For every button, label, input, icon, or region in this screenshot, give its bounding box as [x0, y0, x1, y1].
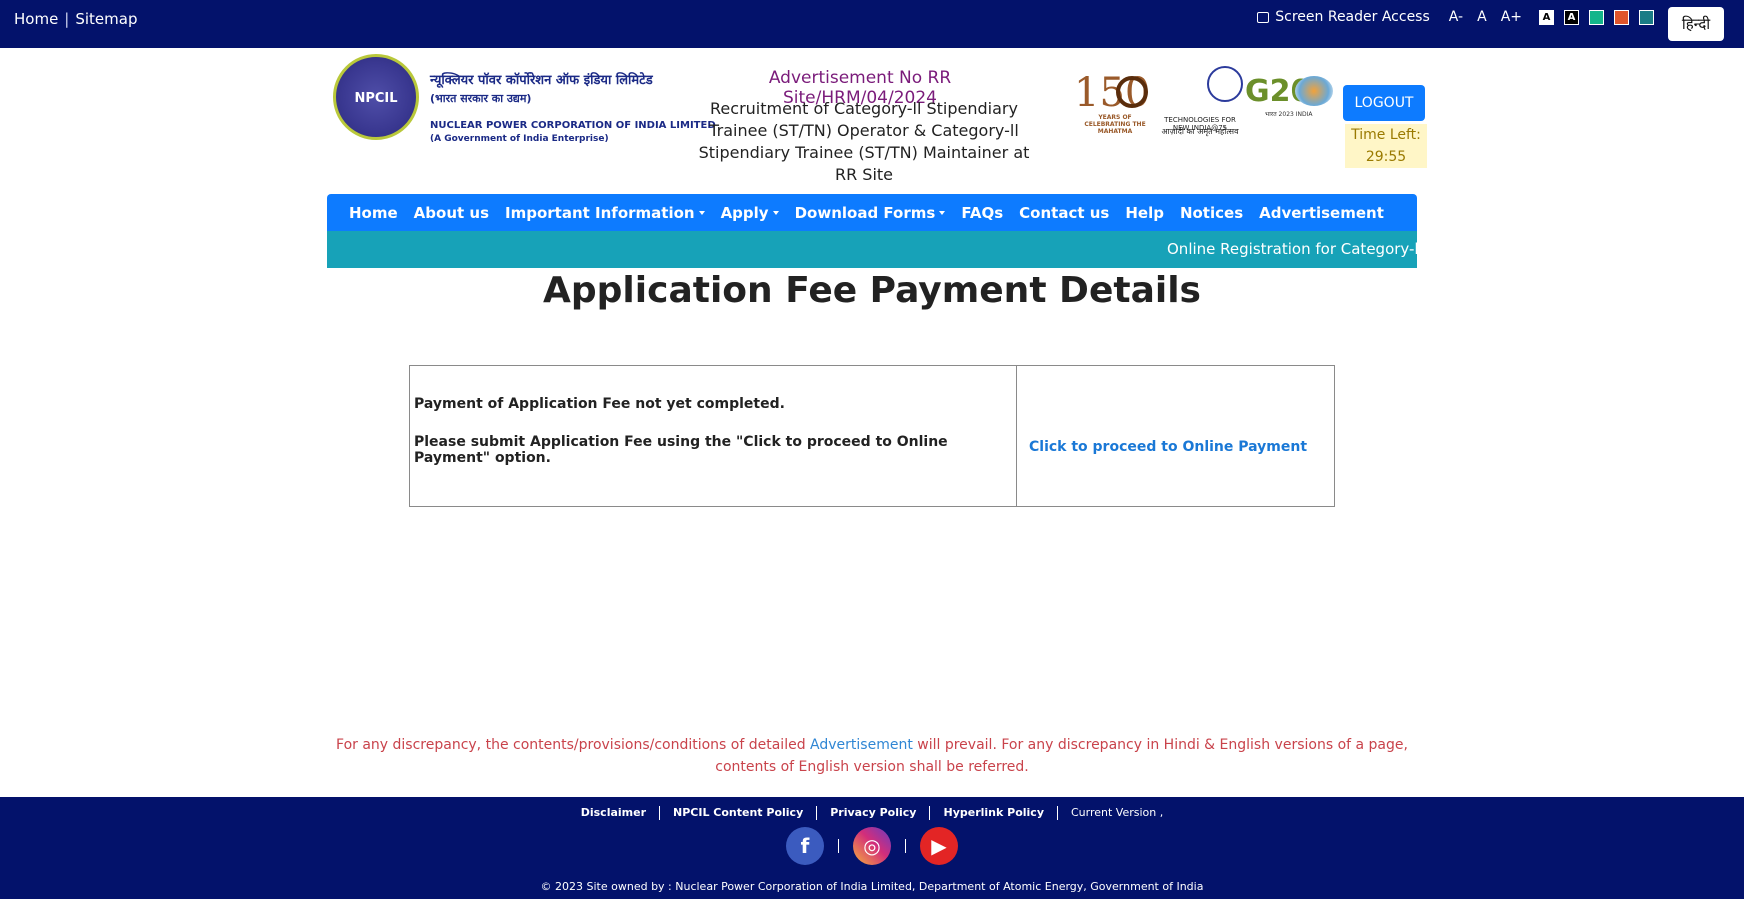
main-nav: Home About us Important Information Appl…	[327, 194, 1417, 231]
nav-help[interactable]: Help	[1125, 204, 1164, 222]
charkha-wheel-icon	[1116, 76, 1148, 108]
footer-privacy-link[interactable]: Privacy Policy	[817, 806, 931, 820]
org-name-english: NUCLEAR POWER CORPORATION OF INDIA LIMIT…	[430, 120, 716, 131]
footer-version: Current Version ,	[1071, 806, 1164, 819]
nav-notices[interactable]: Notices	[1180, 204, 1243, 222]
nav-advertisement[interactable]: Advertisement	[1259, 204, 1384, 222]
nav-home-label: Home	[349, 203, 398, 222]
recruitment-title: Recruitment of Category-ll Stipendiary T…	[698, 99, 1030, 184]
org-subtitle-english: (A Government of India Enterprise)	[430, 134, 609, 144]
top-link-separator: |	[64, 10, 70, 28]
accessibility-tools: Screen Reader Access A- A A+ A A	[1257, 9, 1654, 25]
payment-instruction-message: Please submit Application Fee using the …	[414, 434, 948, 466]
nav-notices-label: Notices	[1179, 203, 1244, 222]
nav-download-label: Download Forms	[794, 203, 936, 222]
session-timer: Time Left: 29:55	[1345, 124, 1427, 168]
theme-black-button[interactable]: A	[1564, 9, 1579, 25]
nav-about-label: About us	[413, 203, 490, 222]
social-separator	[838, 839, 839, 853]
india-75-hindi-caption: आज़ादी का अमृत महोत्सव	[1161, 127, 1239, 136]
instagram-icon[interactable]: ◎	[853, 827, 891, 865]
advertisement-link[interactable]: Advertisement	[810, 737, 913, 753]
online-payment-link[interactable]: Click to proceed to Online Payment	[1029, 439, 1307, 455]
discrepancy-text-1: For any discrepancy, the contents/provis…	[336, 737, 811, 753]
nav-faqs[interactable]: FAQs	[961, 204, 1003, 222]
nav-about[interactable]: About us	[414, 204, 489, 222]
top-bar: Home | Sitemap Screen Reader Access A- A…	[0, 0, 1744, 48]
top-links: Home | Sitemap	[14, 10, 137, 28]
fee-payment-table: Payment of Application Fee not yet compl…	[409, 365, 1335, 507]
nav-apply[interactable]: Apply	[721, 204, 779, 222]
footer-disclaimer-link[interactable]: Disclaimer	[568, 806, 661, 820]
india-75-logo: TECHNOLOGIES FOR NEW INDIA@75 आज़ादी का …	[1157, 66, 1243, 136]
nav-important-label: Important Information	[505, 203, 695, 222]
chevron-down-icon	[939, 210, 946, 215]
chevron-down-icon	[772, 210, 779, 215]
nav-contact[interactable]: Contact us	[1019, 204, 1109, 222]
npcil-logo-text: NPCIL	[354, 91, 398, 106]
font-normal-button[interactable]: A	[1477, 9, 1487, 25]
theme-teal-button[interactable]	[1639, 9, 1654, 25]
facebook-icon[interactable]: f	[786, 827, 824, 865]
site-footer: Disclaimer NPCIL Content Policy Privacy …	[0, 797, 1744, 899]
logout-button[interactable]: LOGOUT	[1343, 85, 1425, 121]
theme-white-button[interactable]: A	[1539, 9, 1554, 25]
screen-reader-access[interactable]: Screen Reader Access	[1257, 9, 1430, 25]
org-name-hindi: न्यूक्लियर पॉवर कॉर्पोरेशन ऑफ इंडिया लिम…	[430, 73, 653, 88]
screen-reader-label: Screen Reader Access	[1275, 9, 1430, 25]
nav-advertisement-label: Advertisement	[1259, 203, 1384, 222]
theme-orange-button[interactable]	[1614, 9, 1629, 25]
footer-hyperlink-policy-link[interactable]: Hyperlink Policy	[930, 806, 1058, 820]
font-increase-button[interactable]: A+	[1501, 9, 1522, 25]
payment-status-message: Payment of Application Fee not yet compl…	[414, 396, 785, 412]
g20-logo: G20 भारत 2023 INDIA	[1245, 74, 1337, 124]
footer-content-policy-link[interactable]: NPCIL Content Policy	[660, 806, 818, 820]
g20-caption: भारत 2023 INDIA	[1265, 111, 1313, 118]
gandhi-150-logo: 150 YEARS OF CELEBRATING THE MAHATMA	[1060, 70, 1152, 135]
npcil-logo: NPCIL	[333, 54, 419, 140]
theme-green-button[interactable]	[1589, 9, 1604, 25]
nav-help-label: Help	[1125, 203, 1164, 222]
org-subtitle-hindi: (भारत सरकार का उद्यम)	[430, 92, 532, 105]
site-header: NPCIL न्यूक्लियर पॉवर कॉर्पोरेशन ऑफ इंडि…	[327, 48, 1427, 193]
copyright: © 2023 Site owned by : Nuclear Power Cor…	[540, 880, 1204, 893]
nav-download-forms[interactable]: Download Forms	[795, 204, 946, 222]
top-home-link[interactable]: Home	[14, 10, 58, 28]
nav-faqs-label: FAQs	[961, 203, 1004, 222]
nav-important-information[interactable]: Important Information	[505, 204, 705, 222]
chevron-down-icon	[698, 210, 705, 215]
atom-icon	[1207, 66, 1243, 102]
youtube-icon[interactable]: ▶	[920, 827, 958, 865]
nav-contact-label: Contact us	[1019, 203, 1110, 222]
top-sitemap-link[interactable]: Sitemap	[75, 10, 137, 28]
time-left-value: 29:55	[1365, 149, 1407, 165]
social-separator	[905, 839, 906, 853]
gandhi-150-caption: YEARS OF CELEBRATING THE MAHATMA	[1084, 114, 1146, 135]
screen-reader-icon	[1257, 11, 1270, 23]
hindi-language-button[interactable]: हिन्दी	[1668, 7, 1724, 41]
footer-links: Disclaimer NPCIL Content Policy Privacy …	[0, 806, 1744, 820]
nav-apply-label: Apply	[720, 203, 769, 222]
discrepancy-notice: For any discrepancy, the contents/provis…	[327, 734, 1417, 778]
page-title: Application Fee Payment Details	[543, 270, 1201, 311]
lotus-icon	[1295, 76, 1333, 106]
font-decrease-button[interactable]: A-	[1449, 9, 1463, 25]
nav-home[interactable]: Home	[349, 204, 398, 222]
time-left-label: Time Left:	[1351, 127, 1421, 143]
social-links: f ◎ ▶	[0, 827, 1744, 865]
payment-status-cell: Payment of Application Fee not yet compl…	[410, 366, 1017, 506]
news-marquee: Online Registration for Category-ll Stip	[327, 231, 1417, 268]
payment-action-cell: Click to proceed to Online Payment	[1017, 366, 1334, 506]
marquee-text[interactable]: Online Registration for Category-ll Stip	[1167, 240, 1417, 258]
